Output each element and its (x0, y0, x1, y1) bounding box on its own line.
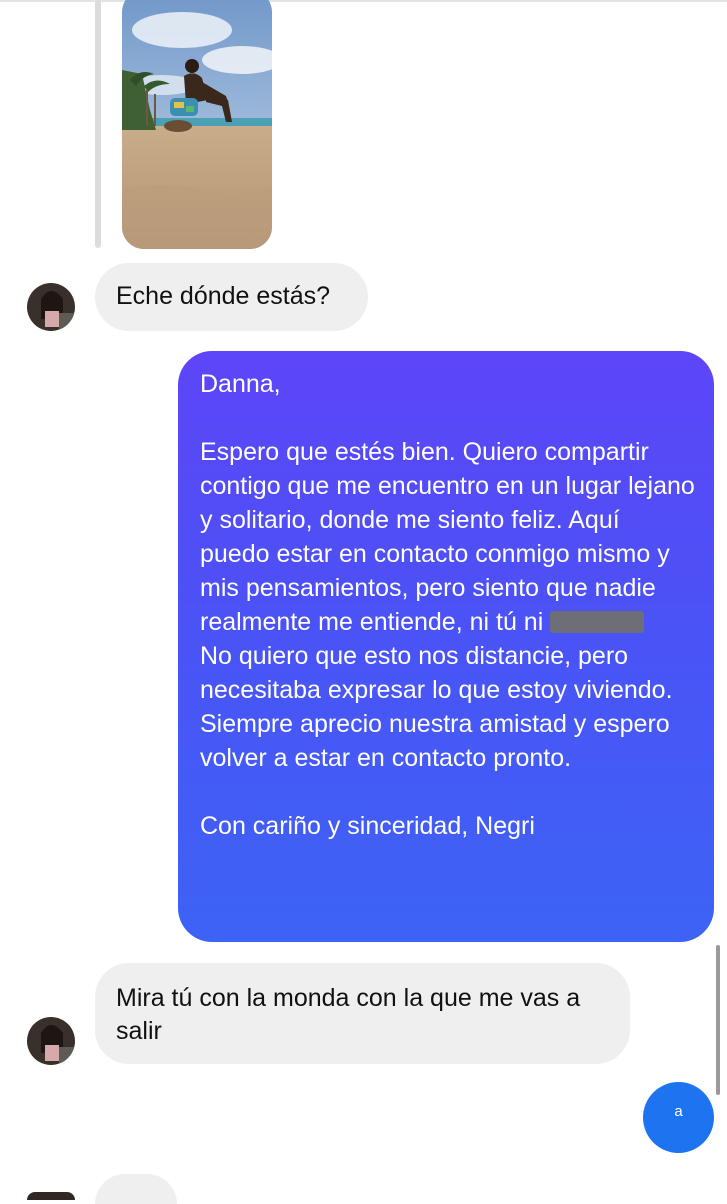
message-text: a (674, 1103, 683, 1120)
outgoing-message-short[interactable]: a (643, 1082, 714, 1153)
message-signature: Con cariño y sinceridad, Negri (200, 812, 535, 840)
message-text: Eche dónde estás? (116, 282, 331, 310)
outgoing-message[interactable]: Danna, Espero que estés bien. Quiero com… (178, 351, 714, 942)
incoming-message[interactable]: Eche dónde estás? (95, 263, 368, 331)
scrollbar[interactable] (716, 945, 720, 1095)
shared-photo[interactable] (122, 0, 272, 249)
incoming-message[interactable]: Mira tú con la monda con la que me vas a… (95, 963, 630, 1064)
reply-thread-line (95, 0, 101, 248)
message-text: Mira tú con la monda con la que me vas a… (116, 984, 581, 1045)
redacted-block (550, 611, 645, 633)
message-body: Espero que estés bien. Quiero compartir … (200, 435, 696, 775)
contact-avatar[interactable] (27, 283, 75, 331)
message-body-part2: No quiero que esto nos distancie, pero n… (200, 642, 680, 772)
message-greeting: Danna, (200, 370, 281, 398)
message-body-part1: Espero que estés bien. Quiero compartir … (200, 438, 702, 636)
contact-avatar[interactable] (27, 1017, 75, 1065)
contact-avatar[interactable] (27, 1192, 75, 1200)
top-divider (0, 0, 727, 2)
